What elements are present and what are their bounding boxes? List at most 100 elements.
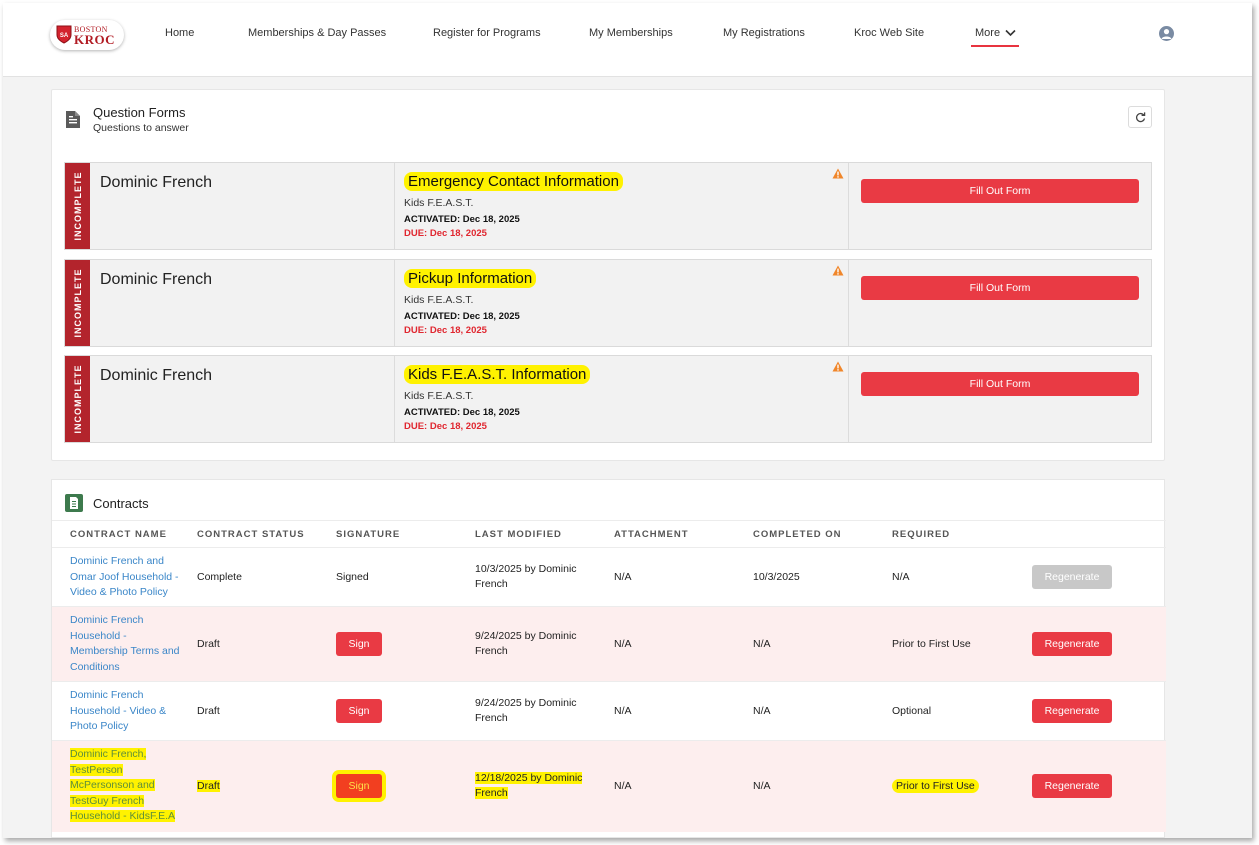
last-modified-line: French (475, 645, 508, 657)
sign-button[interactable]: Sign (336, 774, 382, 798)
col-contract-status: CONTRACT STATUS (197, 529, 305, 540)
contract-name-link[interactable]: Dominic French and Omar Joof Household -… (70, 554, 182, 601)
fill-out-form-button[interactable]: Fill Out Form (861, 179, 1139, 203)
logo-main-text: KROC (74, 32, 115, 47)
last-modified: 10/3/2025 by Dominic French (475, 562, 577, 592)
due-date: DUE: Dec 18, 2025 (404, 421, 487, 432)
activated-date: ACTIVATED: Dec 18, 2025 (404, 214, 520, 225)
last-modified: 9/24/2025 by Dominic French (475, 696, 577, 726)
question-forms-title: Question Forms (93, 105, 186, 120)
col-required: REQUIRED (892, 529, 951, 540)
contract-name-link[interactable]: Dominic French Household - Membership Te… (70, 613, 182, 675)
form-title: Emergency Contact Information (404, 172, 623, 191)
warning-icon (832, 168, 844, 179)
last-modified: 12/18/2025 by Dominic French (475, 771, 583, 801)
user-avatar-icon[interactable] (1159, 26, 1174, 41)
sign-button[interactable]: Sign (336, 632, 382, 656)
activated-value: Dec 18, 2025 (462, 311, 520, 322)
form-title: Kids F.E.A.S.T. Information (404, 365, 591, 384)
activated-label: ACTIVATED: (404, 214, 461, 225)
question-form-row: INCOMPLETE Dominic French Kids F.E.A.S.T… (64, 355, 1152, 443)
completed-on: 10/3/2025 (753, 571, 800, 583)
due-value: Dec 18, 2025 (429, 228, 487, 239)
nav-my-registrations[interactable]: My Registrations (723, 27, 805, 39)
activated-value: Dec 18, 2025 (462, 214, 520, 225)
required: N/A (892, 571, 910, 583)
last-modified-line: French (475, 712, 508, 724)
nav-kroc-web-site[interactable]: Kroc Web Site (854, 27, 924, 39)
last-modified-line: 10/3/2025 by Dominic (475, 563, 577, 575)
contract-name-line: TestPerson (70, 763, 123, 776)
due-value: Dec 18, 2025 (429, 421, 487, 432)
regenerate-button[interactable]: Regenerate (1032, 632, 1112, 656)
app-window: SA BOSTON KROC Home Memberships & Day Pa… (3, 3, 1252, 838)
required-text: Prior to First Use (892, 779, 979, 793)
top-nav: SA BOSTON KROC Home Memberships & Day Pa… (3, 3, 1252, 77)
form-details: Kids F.E.A.S.T. Information Kids F.E.A.S… (394, 356, 849, 442)
due-value: Dec 18, 2025 (429, 325, 487, 336)
regenerate-button[interactable]: Regenerate (1032, 774, 1112, 798)
nav-register-programs[interactable]: Register for Programs (433, 27, 541, 39)
completed-on: N/A (753, 705, 771, 717)
signature-status: Signed (336, 571, 369, 583)
contract-name-link[interactable]: Dominic French Household - Video & Photo… (70, 688, 182, 735)
contract-status: Complete (197, 571, 242, 583)
warning-icon (832, 361, 844, 372)
attachment: N/A (614, 571, 632, 583)
person-name: Dominic French (100, 271, 213, 288)
nav-memberships-day-passes[interactable]: Memberships & Day Passes (248, 27, 386, 39)
form-title: Pickup Information (404, 269, 537, 288)
contract-name-line: TestGuy French (70, 794, 145, 807)
form-details: Emergency Contact Information Kids F.E.A… (394, 163, 849, 249)
status-badge-label: INCOMPLETE (72, 171, 83, 241)
due-date: DUE: Dec 18, 2025 (404, 325, 487, 336)
table-row: Dominic French and Omar Joof Household -… (52, 547, 1166, 606)
contract-name-link[interactable]: Dominic French, TestPerson McPersonson a… (70, 747, 182, 825)
regenerate-button[interactable]: Regenerate (1032, 699, 1112, 723)
question-form-row: INCOMPLETE Dominic French Pickup Informa… (64, 259, 1152, 347)
last-modified-line: 9/24/2025 by Dominic (475, 697, 577, 709)
contract-icon (65, 494, 83, 512)
last-modified-line: French (475, 787, 508, 799)
fill-out-form-button[interactable]: Fill Out Form (861, 372, 1139, 396)
activated-value: Dec 18, 2025 (462, 407, 520, 418)
col-attachment: ATTACHMENT (614, 529, 689, 540)
header-divider (52, 520, 1166, 521)
required: Optional (892, 705, 932, 717)
attachment: N/A (614, 780, 632, 792)
due-date: DUE: Dec 18, 2025 (404, 228, 487, 239)
nav-home[interactable]: Home (165, 27, 194, 39)
contract-name-line: McPersonson and (70, 779, 155, 791)
contract-status-text: Draft (197, 780, 220, 792)
nav-more-menu[interactable]: More (971, 25, 1019, 47)
contract-name-line: Dominic French (70, 689, 144, 701)
contract-name-line: Video & Photo Policy (70, 586, 168, 598)
completed-on: N/A (753, 780, 771, 792)
contract-name-line: Conditions (70, 660, 120, 673)
refresh-button[interactable] (1128, 106, 1152, 128)
contract-name-line: Dominic French (70, 614, 144, 626)
col-last-modified: LAST MODIFIED (475, 529, 562, 540)
nav-my-memberships[interactable]: My Memberships (589, 27, 673, 39)
activated-date: ACTIVATED: Dec 18, 2025 (404, 407, 520, 418)
contract-status: Draft (197, 638, 220, 650)
table-row: Dominic French Household - Video & Photo… (52, 681, 1166, 740)
sign-button[interactable]: Sign (336, 699, 382, 723)
table-row: Dominic French, TestPerson McPersonson a… (52, 740, 1166, 832)
activated-label: ACTIVATED: (404, 311, 461, 322)
nav-more-label: More (975, 27, 1001, 39)
contract-name-line: Household - KidsF.E.A (70, 810, 176, 822)
status-badge: INCOMPLETE (65, 260, 90, 346)
contract-name-line: Dominic French, (70, 748, 147, 760)
document-icon (66, 111, 80, 128)
fill-out-form-button[interactable]: Fill Out Form (861, 276, 1139, 300)
program-name: Kids F.E.A.S.T. (404, 197, 474, 209)
kroc-logo[interactable]: SA BOSTON KROC (50, 20, 124, 50)
contract-status: Draft (197, 779, 220, 794)
svg-text:SA: SA (60, 33, 69, 39)
completed-on: N/A (753, 638, 771, 650)
col-contract-name: CONTRACT NAME (70, 529, 167, 540)
attachment: N/A (614, 638, 632, 650)
last-modified-line: 12/18/2025 by Dominic (475, 772, 583, 784)
program-name: Kids F.E.A.S.T. (404, 294, 474, 306)
